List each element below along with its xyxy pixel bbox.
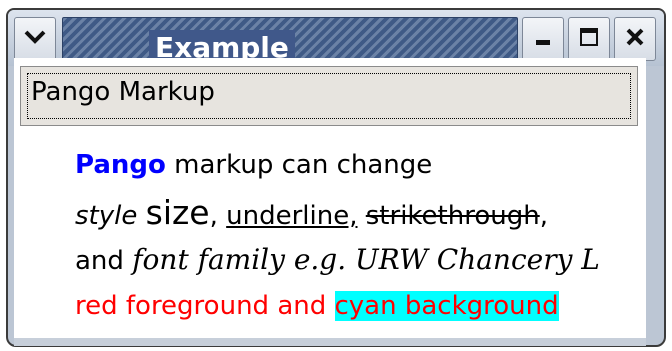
markup-line-1: Pango markup can change <box>75 142 665 189</box>
pango-word: Pango <box>75 150 166 180</box>
size-word: size <box>145 193 210 232</box>
chevron-down-icon <box>24 29 46 49</box>
comma-1: , <box>209 201 227 231</box>
strikethrough-word: strikethrough <box>365 201 540 231</box>
markup-line-4: red foreground and cyan background <box>75 283 665 330</box>
bottom-frame <box>14 338 646 346</box>
close-button[interactable] <box>614 17 656 61</box>
pango-markup-header[interactable]: Pango Markup <box>20 66 638 126</box>
title-area[interactable]: Example <box>62 17 518 66</box>
markup-line-2: style size, underline, strikethrough, <box>75 189 665 236</box>
underline-word: underline, <box>226 201 358 231</box>
red-foreground-text: red foreground and <box>75 291 335 321</box>
font-family-text: font family e.g. URW Chancery L <box>132 243 600 276</box>
maximize-icon <box>578 26 600 52</box>
maximize-button[interactable] <box>568 17 610 61</box>
close-icon <box>624 26 646 52</box>
window-menu-button[interactable] <box>14 17 56 61</box>
minimize-button[interactable] <box>522 17 564 61</box>
section-label: Pango Markup <box>31 77 215 107</box>
cyan-background-text: cyan background <box>334 291 559 321</box>
style-word: style <box>75 201 138 231</box>
comma-2: , <box>539 201 548 231</box>
markup-label: Pango markup can change style size, unde… <box>75 142 665 330</box>
markup-line-3: and font family e.g. URW Chancery L <box>75 236 665 283</box>
minimize-icon <box>532 26 554 52</box>
line1-rest: markup can change <box>165 150 433 180</box>
and-word: and <box>75 246 133 276</box>
